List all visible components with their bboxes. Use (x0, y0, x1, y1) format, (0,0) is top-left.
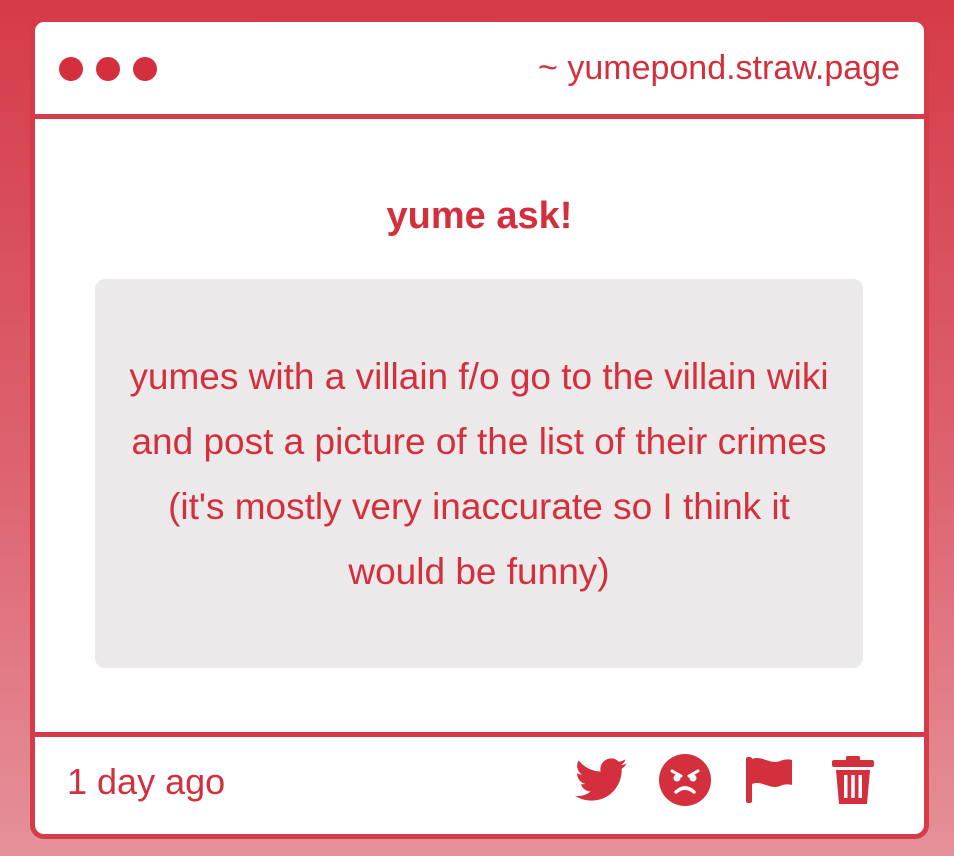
angry-face-icon (659, 754, 711, 806)
browser-window: ~ yumepond.straw.page yume ask! yumes wi… (30, 17, 929, 839)
question-text: yumes with a villain f/o go to the villa… (129, 355, 829, 592)
flag-icon (746, 757, 792, 803)
react-button[interactable] (658, 753, 712, 807)
report-button[interactable] (742, 753, 796, 807)
window-dot-1 (59, 57, 83, 81)
question-box: yumes with a villain f/o go to the villa… (95, 279, 863, 668)
window-dots (59, 57, 157, 81)
site-url[interactable]: ~ yumepond.straw.page (538, 49, 900, 88)
footer-bar: 1 day ago (35, 732, 924, 834)
delete-button[interactable] (826, 753, 880, 807)
twitter-icon (575, 758, 627, 801)
window-dot-3 (133, 57, 157, 81)
trash-icon (832, 756, 874, 804)
ask-title: yume ask! (386, 195, 573, 237)
timestamp: 1 day ago (67, 761, 226, 802)
window-dot-2 (96, 57, 120, 81)
twitter-share-button[interactable] (574, 753, 628, 807)
action-bar (574, 753, 880, 807)
title-bar: ~ yumepond.straw.page (35, 22, 924, 119)
ask-content: yume ask! yumes with a villain f/o go to… (35, 119, 924, 732)
